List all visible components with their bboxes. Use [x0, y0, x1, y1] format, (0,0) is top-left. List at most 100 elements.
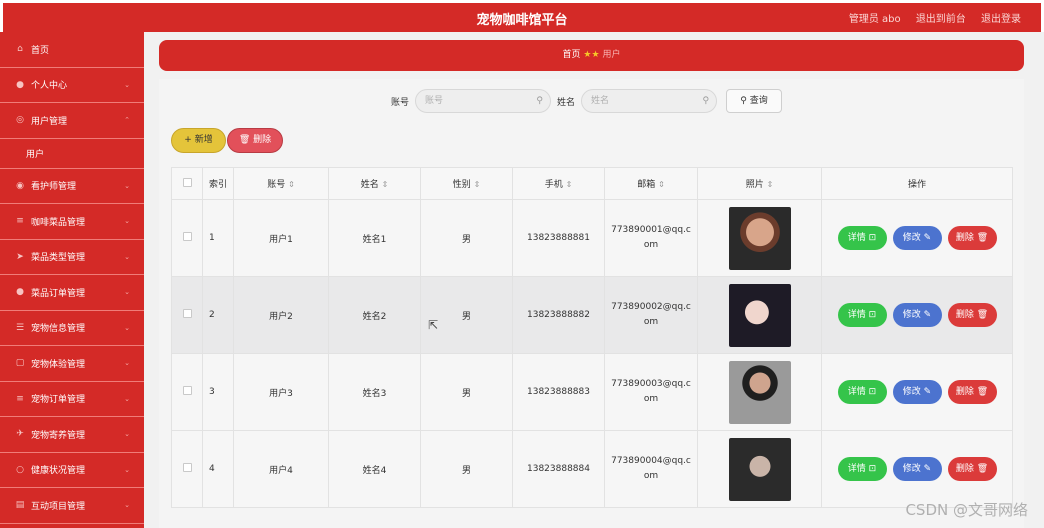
row-email: 773890001@qq.com — [604, 199, 698, 277]
box-icon: ▢ — [15, 358, 25, 369]
edit-button[interactable]: 修改 ✎ — [892, 303, 942, 327]
menu-icon: ≡ — [16, 216, 24, 227]
plus-icon: + — [184, 135, 192, 145]
batch-delete-button[interactable]: 🗑 删除 — [227, 128, 283, 153]
row-account: 用户1 — [233, 199, 329, 277]
sort-icon: ⇕ — [565, 180, 573, 189]
back-to-frontend-link[interactable]: 退出到前台 — [916, 14, 966, 25]
delete-button[interactable]: 删除 🗑 — [947, 457, 997, 481]
logout-link[interactable]: 退出登录 — [981, 14, 1021, 25]
breadcrumb-home[interactable]: 首页 — [563, 50, 581, 60]
row-photo-cell — [697, 276, 822, 354]
row-account: 用户3 — [233, 353, 329, 431]
breadcrumb: 首页 ★★ 用户 — [159, 40, 1024, 71]
delete-button[interactable]: 删除 🗑 — [947, 226, 997, 250]
row-checkbox[interactable] — [171, 199, 203, 277]
row-index: 4 — [202, 430, 234, 508]
chevron-down-icon: ⌄ — [124, 181, 130, 190]
sidebar-item-profile[interactable]: ● 个人中心 ⌄ — [0, 68, 144, 103]
edit-button[interactable]: 修改 ✎ — [892, 226, 942, 250]
header-gender[interactable]: 性别 ⇕ — [420, 167, 513, 200]
chevron-down-icon: ⌄ — [124, 80, 130, 89]
user-icon: ● — [16, 79, 24, 90]
chevron-down-icon: ⌄ — [124, 394, 130, 403]
row-index: 1 — [202, 199, 234, 277]
header-phone[interactable]: 手机 ⇕ — [512, 167, 605, 200]
sidebar-item-health-status[interactable]: ○ 健康状况管理 ⌄ — [0, 453, 144, 488]
delete-button[interactable]: 删除 🗑 — [947, 380, 997, 404]
row-phone: 13823888882 — [512, 276, 605, 354]
sidebar-item-label: 宠物体验管理 — [31, 359, 86, 370]
detail-button[interactable]: 详情 ⊡ — [837, 380, 887, 404]
sidebar-item-home[interactable]: ⌂ 首页 — [0, 32, 144, 68]
sidebar-item-label: 菜品订单管理 — [31, 288, 86, 299]
detail-button[interactable]: 详情 ⊡ — [837, 303, 887, 327]
header-name[interactable]: 姓名 ⇕ — [328, 167, 421, 200]
sidebar-item-label: 互动项目管理 — [31, 501, 86, 512]
sidebar-item-label: 咖啡菜品管理 — [31, 217, 86, 228]
sidebar-item-label: 菜品类型管理 — [31, 253, 86, 264]
watermark: CSDN @文哥网络 — [905, 501, 1028, 519]
admin-label: 管理员 abo — [848, 14, 901, 25]
row-actions: 详情 ⊡ 修改 ✎ 删除 🗑 — [821, 199, 1013, 277]
person-icon: ● — [16, 287, 24, 298]
sidebar-item-pet-orders[interactable]: ≡ 宠物订单管理 ⌄ — [0, 382, 144, 417]
header-account[interactable]: 账号 ⇕ — [233, 167, 329, 200]
account-search-input[interactable]: 账号 ⚲ — [415, 89, 552, 113]
chevron-down-icon: ⌄ — [124, 217, 130, 225]
table-row: 4 用户4 姓名4 男 13823888884 773890004@qq.com… — [171, 430, 1013, 508]
row-name: 姓名1 — [328, 199, 421, 277]
sidebar-item-user-management[interactable]: ◎ 用户管理 ⌃ — [0, 103, 144, 139]
row-index: 2 — [202, 276, 234, 354]
sidebar-item-label: 宠物订单管理 — [31, 395, 86, 406]
sidebar-item-pet-info[interactable]: ☰ 宠物信息管理 ⌄ — [0, 311, 144, 346]
row-name: 姓名4 — [328, 430, 421, 508]
sort-icon: ⇕ — [381, 180, 389, 189]
header-email[interactable]: 邮箱 ⇕ — [604, 167, 698, 200]
row-email: 773890002@qq.com — [604, 276, 698, 354]
content-panel: 账号 账号 ⚲ 姓名 姓名 ⚲ ⚲ 查询 + 新增 🗑 删除 索引 账号 ⇕ 姓… — [159, 79, 1024, 528]
detail-button[interactable]: 详情 ⊡ — [837, 457, 887, 481]
table-row: 2 用户2 姓名2 男 13823888882 773890002@qq.com… — [171, 276, 1013, 354]
top-header: 宠物咖啡馆平台 管理员 abo 退出到前台 退出登录 — [0, 0, 1044, 32]
trash-icon: 🗑 — [238, 135, 251, 145]
sidebar-subitem-users[interactable]: 用户 — [0, 138, 144, 169]
query-button[interactable]: ⚲ 查询 — [726, 89, 783, 113]
chevron-down-icon: ⌄ — [124, 465, 130, 474]
users-icon: ◎ — [16, 115, 24, 126]
row-photo-cell — [697, 430, 822, 508]
list-icon: ☰ — [15, 322, 25, 333]
sidebar-item-caretaker[interactable]: ◉ 看护师管理 ⌄ — [0, 169, 144, 204]
caretaker-icon: ◉ — [16, 180, 24, 191]
row-checkbox[interactable] — [171, 430, 203, 508]
delete-button[interactable]: 删除 🗑 — [947, 303, 997, 327]
sort-icon: ⇕ — [473, 180, 481, 189]
name-search-input[interactable]: 姓名 ⚲ — [581, 89, 718, 113]
add-button[interactable]: + 新增 — [171, 128, 226, 153]
row-photo-cell — [697, 353, 822, 431]
sidebar-item-dish-orders[interactable]: ● 菜品订单管理 ⌄ — [0, 275, 144, 311]
row-checkbox[interactable] — [171, 353, 203, 431]
mouse-cursor-icon: ⇱ — [428, 318, 439, 332]
row-phone: 13823888883 — [512, 353, 605, 431]
sidebar-item-pet-boarding[interactable]: ✈ 宠物寄养管理 ⌄ — [0, 417, 144, 453]
sidebar-item-coffee-dishes[interactable]: ≡ 咖啡菜品管理 ⌄ — [0, 204, 144, 240]
chevron-down-icon: ⌄ — [124, 323, 130, 332]
sidebar-item-label: 健康状况管理 — [31, 466, 86, 477]
row-photo-cell — [697, 199, 822, 277]
detail-button[interactable]: 详情 ⊡ — [837, 226, 887, 250]
row-gender: 男 — [420, 430, 513, 508]
user-photo — [728, 206, 791, 270]
sidebar-item-pet-experience[interactable]: ▢ 宠物体验管理 ⌄ — [0, 346, 144, 382]
sidebar-item-dish-types[interactable]: ➤ 菜品类型管理 ⌄ — [0, 240, 144, 275]
row-index: 3 — [202, 353, 234, 431]
chevron-down-icon: ⌄ — [124, 430, 130, 438]
edit-button[interactable]: 修改 ✎ — [892, 457, 942, 481]
header-photo[interactable]: 照片 ⇕ — [697, 167, 822, 200]
edit-button[interactable]: 修改 ✎ — [892, 380, 942, 404]
user-table: 索引 账号 ⇕ 姓名 ⇕ 性别 ⇕ 手机 ⇕ 邮箱 ⇕ 照片 ⇕ 操作 1 用户… — [171, 167, 1013, 508]
row-checkbox[interactable] — [171, 276, 203, 354]
select-all-checkbox[interactable] — [171, 167, 203, 200]
delete-button-label: 删除 — [253, 135, 272, 145]
sidebar-item-interactive-projects[interactable]: ▤ 互动项目管理 ⌄ — [0, 488, 144, 524]
